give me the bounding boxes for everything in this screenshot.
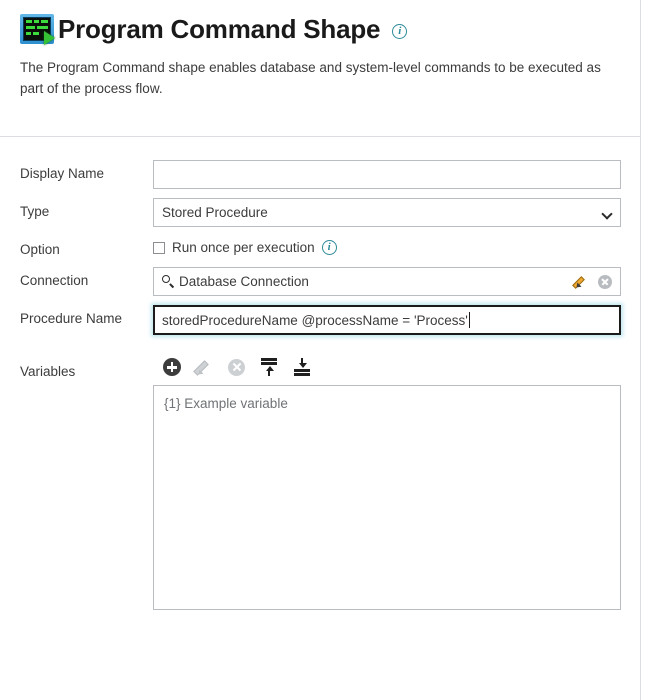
type-select[interactable]: Stored Procedure bbox=[153, 198, 621, 227]
clear-circle-icon[interactable] bbox=[598, 274, 612, 289]
list-item[interactable]: {1} Example variable bbox=[164, 395, 610, 414]
pencil-icon[interactable] bbox=[572, 275, 588, 290]
program-command-shape-icon bbox=[20, 14, 55, 45]
connection-actions bbox=[572, 274, 612, 290]
program-command-shape-panel: Program Command Shape i The Program Comm… bbox=[0, 0, 650, 700]
display-name-field bbox=[153, 160, 621, 189]
procedure-name-field bbox=[153, 305, 621, 336]
display-name-row: Display Name bbox=[20, 160, 621, 189]
right-gutter bbox=[640, 0, 650, 700]
procedure-name-input[interactable] bbox=[153, 305, 621, 336]
variables-toolbar bbox=[153, 356, 621, 378]
option-row: Option Run once per execution i bbox=[20, 236, 621, 258]
connection-label: Connection bbox=[20, 273, 89, 289]
text-caret bbox=[468, 312, 471, 329]
option-field: Run once per execution i bbox=[153, 236, 621, 255]
panel-description: The Program Command shape enables databa… bbox=[20, 60, 601, 96]
move-to-top-icon[interactable] bbox=[260, 358, 278, 377]
type-label: Type bbox=[20, 204, 50, 219]
info-icon[interactable]: i bbox=[392, 23, 408, 39]
info-icon[interactable]: i bbox=[321, 240, 337, 255]
clear-circle-icon[interactable] bbox=[228, 358, 245, 376]
page-title: Program Command Shape bbox=[58, 14, 381, 44]
search-icon[interactable] bbox=[162, 275, 175, 288]
procedure-name-label: Procedure Name bbox=[20, 311, 123, 327]
header-divider bbox=[0, 136, 641, 137]
option-label: Option bbox=[20, 242, 60, 257]
settings-form: Display Name Type Stored Procedure Optio… bbox=[0, 160, 641, 619]
play-arrow-icon bbox=[44, 31, 55, 45]
title-row: Program Command Shape i bbox=[20, 14, 626, 45]
pencil-icon[interactable] bbox=[193, 359, 213, 377]
move-to-bottom-icon[interactable] bbox=[293, 358, 311, 376]
connection-value: Database Connection bbox=[179, 274, 309, 290]
connection-picker[interactable]: Database Connection bbox=[153, 267, 621, 297]
variables-row: Variables {1} Example variable bbox=[20, 356, 621, 611]
display-name-input[interactable] bbox=[153, 160, 621, 189]
variables-field: {1} Example variable bbox=[153, 356, 621, 611]
run-once-checkbox-label: Run once per execution bbox=[172, 240, 315, 255]
procedure-name-row: Procedure Name bbox=[20, 305, 621, 336]
run-once-checkbox[interactable] bbox=[153, 241, 165, 254]
variables-list[interactable]: {1} Example variable bbox=[153, 385, 621, 611]
type-row: Type Stored Procedure bbox=[20, 198, 621, 227]
connection-field: Database Connection bbox=[153, 267, 621, 297]
plus-circle-icon[interactable] bbox=[163, 358, 181, 377]
display-name-label: Display Name bbox=[20, 166, 105, 181]
variables-label: Variables bbox=[20, 364, 76, 380]
type-field: Stored Procedure bbox=[153, 198, 621, 227]
connection-row: Connection Database Connection bbox=[20, 267, 621, 297]
panel-header: Program Command Shape i The Program Comm… bbox=[0, 0, 650, 100]
